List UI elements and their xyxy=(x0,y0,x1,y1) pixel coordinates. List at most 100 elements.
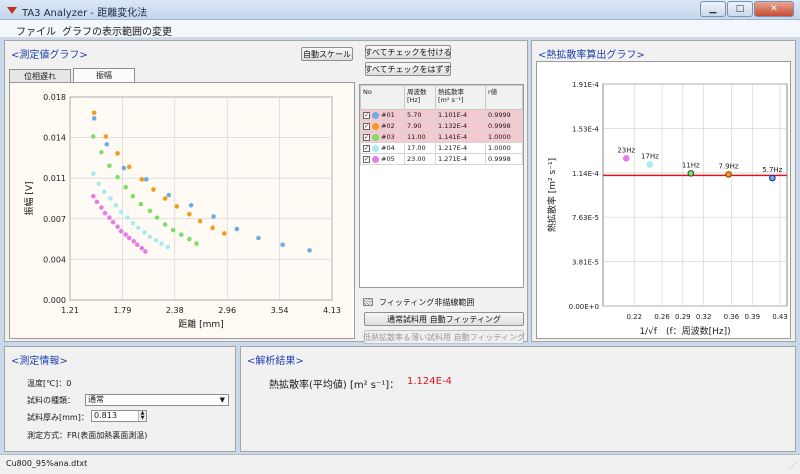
table-row[interactable]: ✓ #03 11.00 1.141E-4 1.0000 xyxy=(360,131,523,143)
row-checkbox[interactable]: ✓ xyxy=(363,144,370,152)
measurement-method: 測定方式：FR(表面加熱裏面測温) xyxy=(27,431,148,440)
frequency-table: No 周波数 [Hz] 熱拡散率 [m² s⁻¹] r値 ✓ #01 5.70 1.101… xyxy=(359,84,524,288)
point-label: 11Hz xyxy=(682,161,700,169)
row-frequency-cell: 11.00 xyxy=(404,131,436,143)
analysis-result-panel: <解析結果> 熱拡散率(平均値) [m² s⁻¹]： 1.124E-4 xyxy=(240,346,796,452)
menu-file[interactable]: ファイル xyxy=(16,23,56,38)
uncheck-all-button[interactable]: すべてチェックをはずす xyxy=(364,62,452,76)
y-tick-label: 0.007 xyxy=(43,215,66,224)
col-frequency[interactable]: 周波数 [Hz] xyxy=(404,85,436,110)
diffusivity-point xyxy=(769,174,776,182)
y-tick-label: 0.000 xyxy=(43,296,66,305)
series-color-icon xyxy=(372,133,379,141)
x-tick-label: 1.79 xyxy=(113,306,131,315)
resize-grip-icon[interactable]: ⋰ xyxy=(789,461,797,470)
row-checkbox[interactable]: ✓ xyxy=(363,122,370,130)
point-label: 23Hz xyxy=(617,146,635,154)
maximize-button[interactable]: □ xyxy=(727,1,753,17)
col-no[interactable]: No xyxy=(360,85,405,110)
amplitude-plot-frame: 1.21 1.79 2.38 2.96 3.54 4.13 0.000 0.004 0.007 0… xyxy=(9,82,355,339)
data-point xyxy=(187,211,192,217)
data-point xyxy=(194,241,199,246)
data-point xyxy=(115,151,120,156)
row-r-cell: 0.9998 xyxy=(485,153,523,165)
row-frequency-cell: 17.00 xyxy=(404,142,436,154)
diffusivity-chart[interactable]: 0.22 0.26 0.29 0.32 0.36 0.39 0.43 0.00E+0 3.81E… xyxy=(537,62,790,338)
normal-fit-button[interactable]: 通常試料用 自動フィッティング xyxy=(364,312,524,326)
table-row[interactable]: ✓ #05 23.00 1.271E-4 0.9998 xyxy=(360,153,523,165)
col-r-value[interactable]: r値 xyxy=(485,85,523,110)
table-row[interactable]: ✓ #02 7.90 1.132E-4 0.9998 xyxy=(360,120,523,132)
info-panel-title: <測定情報> xyxy=(11,356,68,367)
data-point xyxy=(222,231,227,236)
diffusivity-plot-frame: 0.22 0.26 0.29 0.32 0.36 0.39 0.43 0.00E+0 3.81E… xyxy=(536,61,791,339)
point-label: 17Hz xyxy=(641,153,659,161)
app-icon xyxy=(7,7,17,14)
row-no-cell[interactable]: ✓ #01 xyxy=(360,109,405,121)
table-row[interactable]: ✓ #04 17.00 1.217E-4 1.0000 xyxy=(360,142,523,154)
diffusivity-point xyxy=(646,161,654,168)
y-tick-label: 0.011 xyxy=(43,174,66,183)
data-point xyxy=(143,177,149,182)
tab-phase-lag[interactable]: 位相遅れ xyxy=(9,69,71,82)
row-checkbox[interactable]: ✓ xyxy=(363,111,370,119)
table-row[interactable]: ✓ #01 5.70 1.101E-4 0.9999 xyxy=(360,109,523,121)
data-point xyxy=(131,239,137,244)
maximize-icon: □ xyxy=(735,4,745,14)
data-point xyxy=(153,237,159,243)
data-point xyxy=(99,205,104,210)
auto-scale-button[interactable]: 自動スケール xyxy=(301,47,353,61)
row-diffusivity-cell: 1.132E-4 xyxy=(435,120,486,132)
minimize-button[interactable]: ▁ xyxy=(700,1,726,17)
row-no-cell[interactable]: ✓ #04 xyxy=(360,142,405,154)
fit-range-legend-swatch xyxy=(363,298,373,306)
table-header-row: No 周波数 [Hz] 熱拡散率 [m² s⁻¹] r値 xyxy=(360,85,523,110)
row-diffusivity-cell: 1.101E-4 xyxy=(435,109,486,121)
data-point xyxy=(147,234,153,240)
row-no-cell[interactable]: ✓ #05 xyxy=(360,153,405,165)
x-axis-label: 1/√f (f：周波数[Hz]) xyxy=(639,325,730,337)
data-point xyxy=(126,235,132,241)
data-point xyxy=(307,248,312,253)
row-checkbox[interactable]: ✓ xyxy=(363,155,370,163)
data-point xyxy=(101,189,107,195)
y-axis-label: 熱拡散率 [m² s⁻¹] xyxy=(546,158,558,232)
y-tick-label: 1.91E-4 xyxy=(572,81,600,89)
data-point xyxy=(165,244,171,250)
dropdown-arrow-icon: ▼ xyxy=(219,396,225,404)
spin-arrows-icon[interactable]: ▲ ▼ xyxy=(138,411,146,421)
row-diffusivity-cell: 1.141E-4 xyxy=(435,131,486,143)
diffusivity-point xyxy=(725,171,732,178)
data-point xyxy=(103,134,109,139)
row-r-cell: 1.0000 xyxy=(485,131,523,143)
row-checkbox[interactable]: ✓ xyxy=(363,133,370,141)
amplitude-chart[interactable]: 1.21 1.79 2.38 2.96 3.54 4.13 0.000 0.004 0.007 0… xyxy=(10,83,354,338)
x-tick-label: 0.36 xyxy=(724,313,740,321)
data-point xyxy=(139,177,145,182)
row-r-cell: 1.0000 xyxy=(485,142,523,154)
data-point xyxy=(162,196,168,201)
thickness-label: 試料厚み[mm]： xyxy=(27,413,89,422)
low-diffusivity-fit-button[interactable]: 低熱拡散率＆薄い試料用 自動フィッティング xyxy=(363,330,525,344)
y-tick-label: 0.00E+0 xyxy=(569,303,599,311)
x-tick-label: 2.96 xyxy=(218,306,236,315)
row-no-cell[interactable]: ✓ #03 xyxy=(360,131,405,143)
data-point xyxy=(107,163,112,169)
data-point xyxy=(91,116,97,121)
data-point xyxy=(162,222,168,227)
tab-amplitude[interactable]: 振幅 xyxy=(73,68,135,82)
col-diffusivity[interactable]: 熱拡散率 [m² s⁻¹] xyxy=(435,85,486,110)
close-button[interactable]: ✕ xyxy=(754,1,794,17)
menu-graph-range[interactable]: グラフの表示範囲の変更 xyxy=(62,23,172,38)
row-no-cell[interactable]: ✓ #02 xyxy=(360,120,405,132)
title-bar: TA3 Analyzer - 距離変化法 ▁ □ ✕ xyxy=(0,0,800,20)
data-point xyxy=(104,142,110,147)
check-all-button[interactable]: すべてチェックを付ける xyxy=(364,45,452,59)
thickness-stepper[interactable]: 0.813 ▲ ▼ xyxy=(91,410,147,422)
sample-type-select[interactable]: 通常 ▼ xyxy=(85,394,229,406)
data-point xyxy=(280,242,285,248)
data-point xyxy=(188,202,194,208)
close-icon: ✕ xyxy=(770,4,778,14)
data-point xyxy=(118,209,124,215)
data-point xyxy=(151,187,156,192)
